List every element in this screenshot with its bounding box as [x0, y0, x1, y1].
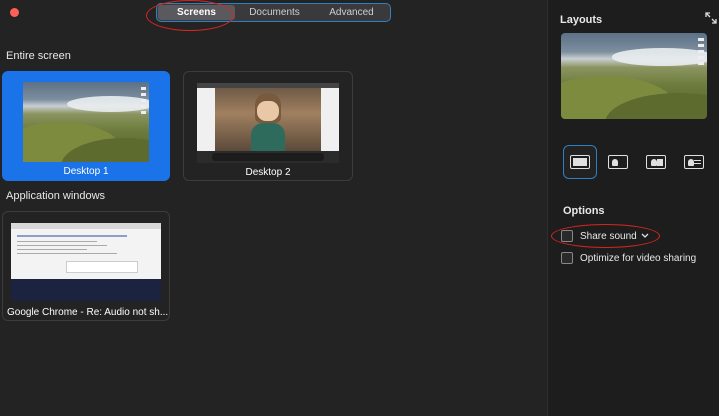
optimize-video-label: Optimize for video sharing	[580, 252, 697, 264]
desktop-2-thumbnail[interactable]: Desktop 2	[183, 71, 353, 181]
chrome-window-caption: Google Chrome - Re: Audio not sh...	[7, 307, 169, 318]
layout-preview	[561, 33, 707, 119]
layout-side-by-side-button[interactable]	[601, 145, 635, 179]
layouts-heading: Layouts	[560, 14, 603, 26]
screen-only-icon	[570, 155, 590, 169]
chrome-window-preview	[11, 223, 161, 301]
share-sound-label: Share sound	[580, 230, 637, 242]
optimize-video-checkbox[interactable]	[561, 252, 573, 264]
desktop-1-thumbnail[interactable]: Desktop 1	[2, 71, 170, 181]
expand-icon[interactable]	[705, 12, 717, 24]
options-heading: Options	[563, 205, 605, 217]
close-window-button[interactable]	[10, 8, 19, 17]
layout-presenter-button[interactable]	[677, 145, 711, 179]
desktop-2-preview	[197, 83, 339, 163]
entire-screen-heading: Entire screen	[6, 50, 71, 62]
side-by-side-icon	[608, 155, 628, 169]
tab-screens[interactable]: Screens	[158, 5, 235, 20]
tab-advanced[interactable]: Advanced	[313, 4, 390, 21]
optimize-video-option: Optimize for video sharing	[561, 252, 696, 264]
share-sound-option: Share sound	[561, 230, 649, 242]
picture-in-picture-icon	[646, 155, 666, 169]
chevron-down-icon[interactable]	[641, 231, 649, 241]
desktop-2-caption: Desktop 2	[245, 167, 291, 178]
desktop-1-caption: Desktop 1	[63, 166, 109, 177]
layout-picture-in-picture-button[interactable]	[639, 145, 673, 179]
layout-screen-only-button[interactable]	[563, 145, 597, 179]
desktop-1-preview	[23, 82, 149, 162]
presenter-icon	[684, 155, 704, 169]
chrome-window-thumbnail[interactable]: Google Chrome - Re: Audio not sh...	[2, 211, 170, 321]
application-windows-heading: Application windows	[6, 190, 106, 202]
right-panel: Layouts Options Share sound Optimize for…	[547, 0, 719, 416]
share-sound-checkbox[interactable]	[561, 230, 573, 242]
share-tabs: Screens Documents Advanced	[156, 3, 391, 22]
tab-documents[interactable]: Documents	[236, 4, 313, 21]
